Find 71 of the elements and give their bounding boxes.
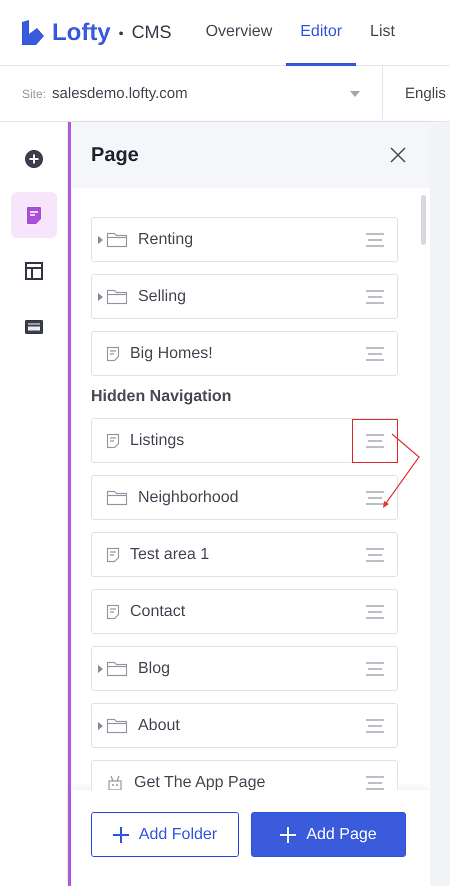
document-icon xyxy=(106,546,120,562)
drag-handle-icon xyxy=(365,776,385,790)
product-name: CMS xyxy=(132,22,172,43)
logo-icon xyxy=(22,20,44,46)
nav-tab[interactable]: Editor xyxy=(286,0,356,66)
drag-handle-icon xyxy=(365,718,385,732)
section-heading: Hidden Navigation xyxy=(91,388,232,406)
expand-caret-icon xyxy=(98,722,103,730)
page-item[interactable]: Test area 1 xyxy=(91,532,398,577)
dropdown-caret-icon xyxy=(350,90,360,96)
folder-icon xyxy=(106,231,128,248)
expand-caret-icon xyxy=(98,236,103,244)
plus-icon xyxy=(112,826,129,842)
add-button[interactable]: Add Folder xyxy=(91,812,239,857)
page-label: Test area 1 xyxy=(130,546,210,564)
page-item[interactable]: Renting xyxy=(91,217,398,262)
drag-handle-icon xyxy=(365,490,385,504)
expand-caret-icon xyxy=(98,664,103,672)
page-label: Contact xyxy=(130,602,186,620)
nav-tab[interactable]: List xyxy=(356,0,409,66)
drag-handle-icon xyxy=(365,290,385,304)
page-item[interactable]: About xyxy=(91,703,398,748)
folder-icon xyxy=(106,489,128,506)
drag-handle-icon xyxy=(365,232,385,246)
page-item[interactable]: Selling xyxy=(91,274,398,319)
page-label: Get The App Page xyxy=(134,774,266,790)
add-button[interactable]: Add Page xyxy=(251,812,406,857)
language-select[interactable]: Englis xyxy=(383,85,446,102)
folder-icon xyxy=(106,717,128,734)
folder-icon xyxy=(106,660,128,677)
drag-handle-icon xyxy=(365,548,385,562)
drag-handle-icon xyxy=(365,662,385,676)
page-item[interactable]: Listings xyxy=(91,418,398,463)
page-item[interactable]: Neighborhood xyxy=(91,475,398,520)
site-value: salesdemo.lofty.com xyxy=(52,85,189,102)
scrollbar[interactable] xyxy=(421,195,426,245)
page-item[interactable]: Get The App Page xyxy=(91,760,398,790)
drag-handle-icon xyxy=(365,346,385,360)
plus-icon xyxy=(280,826,296,842)
close-button[interactable] xyxy=(388,145,408,165)
page-label: Renting xyxy=(138,230,194,248)
site-label: Site: xyxy=(22,86,46,100)
highlighted-drag-handle[interactable] xyxy=(352,418,398,462)
panel-title: Page xyxy=(91,144,139,166)
separator: • xyxy=(118,24,124,40)
page-label: Selling xyxy=(138,288,188,306)
folder-icon xyxy=(106,288,128,305)
document-icon xyxy=(26,206,40,224)
document-icon xyxy=(106,432,120,448)
logo-text: Lofty xyxy=(52,18,111,46)
page-item[interactable]: Contact xyxy=(91,589,398,634)
drag-handle-icon xyxy=(365,604,385,618)
layout-icon xyxy=(24,262,42,280)
page-item[interactable]: Blog xyxy=(91,646,398,691)
close-icon xyxy=(388,145,408,165)
page-label: Neighborhood xyxy=(138,488,240,506)
rail-button[interactable] xyxy=(10,192,56,238)
site-select[interactable]: Site: salesdemo.lofty.com xyxy=(0,66,383,121)
page-label: Big Homes! xyxy=(130,344,214,362)
robot-icon xyxy=(106,774,124,790)
page-label: About xyxy=(138,716,181,734)
document-icon xyxy=(106,346,120,362)
page-label: Listings xyxy=(130,432,186,450)
add-circle-icon xyxy=(24,150,42,168)
page-label: Blog xyxy=(138,660,172,678)
expand-caret-icon xyxy=(98,292,103,300)
page-item[interactable]: Big Homes! xyxy=(91,331,398,376)
nav-tab[interactable]: Overview xyxy=(192,0,286,66)
drag-handle-icon xyxy=(365,434,385,448)
document-icon xyxy=(106,604,120,620)
seo-icon xyxy=(24,320,42,334)
